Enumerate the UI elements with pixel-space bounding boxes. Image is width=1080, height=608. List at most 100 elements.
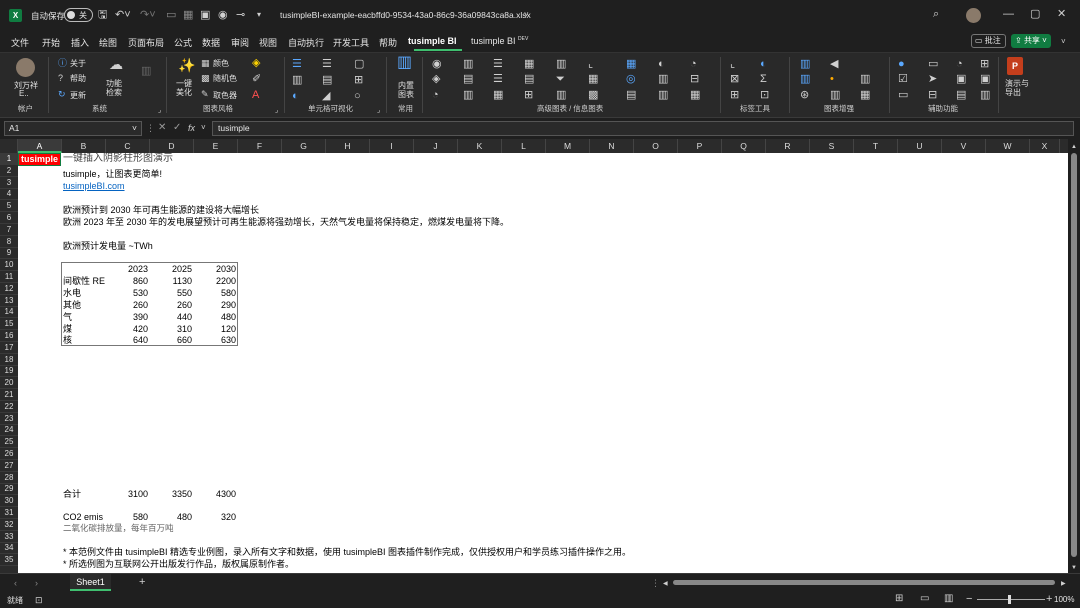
adv-icon-23[interactable]: ▥ <box>658 73 668 85</box>
row-header-17[interactable]: 17 <box>0 342 18 354</box>
page-break-view-icon[interactable]: ▥ <box>944 593 953 605</box>
label-icon-6[interactable]: ⊡ <box>760 89 769 101</box>
row-header-8[interactable]: 8 <box>0 236 18 248</box>
random-color-button[interactable]: 随机色 <box>213 73 237 84</box>
row-header-28[interactable]: 28 <box>0 472 18 484</box>
color-button[interactable]: 颜色 <box>213 58 229 69</box>
help-icon[interactable]: ? <box>58 72 63 84</box>
accessibility-icon[interactable]: ⊡ <box>35 594 43 606</box>
column-header-a[interactable]: A <box>18 139 62 153</box>
prev-sheet-icon[interactable]: ‹ <box>14 577 17 589</box>
worksheet-grid[interactable]: tusimple 一键插入阴影柱形图演示 tusimple，让图表更简单! tu… <box>18 153 1068 573</box>
assist-icon-10[interactable]: ⊟ <box>928 89 937 101</box>
label-icon-1[interactable]: ⌞ <box>730 58 735 70</box>
share-button[interactable]: ⇪ 共享 ˅ <box>1011 34 1051 48</box>
filter-icon[interactable]: ⏷ <box>556 73 565 85</box>
zoom-in-icon[interactable]: + <box>1046 593 1052 605</box>
column-header-w[interactable]: W <box>986 139 1030 153</box>
next-sheet-icon[interactable]: › <box>35 577 38 589</box>
zoom-slider-thumb[interactable] <box>1008 595 1011 604</box>
adv-icon-20[interactable]: ◐ <box>658 58 665 70</box>
adv-icon-1[interactable]: ◉ <box>432 58 442 70</box>
formula-input[interactable]: tusimple <box>212 121 1074 136</box>
magic-wand-icon[interactable]: ✨ <box>178 58 195 72</box>
adv-icon-21[interactable]: ◔ <box>690 58 697 70</box>
row-header-9[interactable]: 9 <box>0 247 18 260</box>
add-sheet-icon[interactable]: + <box>139 576 145 588</box>
cellviz-col-icon[interactable]: ▤ <box>322 74 332 86</box>
close-icon[interactable]: ✕ <box>1057 8 1066 20</box>
tab-options-icon[interactable]: ⋮ <box>651 577 660 589</box>
label-icon-3[interactable]: ⊠ <box>730 73 739 85</box>
adv-icon-19[interactable]: ▦ <box>626 58 636 70</box>
adv-icon-15[interactable]: ▦ <box>493 89 503 101</box>
enhance-icon-6[interactable]: ⊛ <box>800 89 809 101</box>
adv-icon-14[interactable]: ▥ <box>463 89 473 101</box>
builtin-chart-icon[interactable]: ▥ <box>397 55 412 71</box>
cellviz-list-icon[interactable]: ☰ <box>322 58 332 70</box>
restore-icon[interactable]: ▢ <box>1030 8 1040 20</box>
row-header-2[interactable]: 2 <box>0 165 18 177</box>
label-icon-2[interactable]: ◐ <box>760 58 767 70</box>
function-icon[interactable]: fx <box>188 122 195 134</box>
tab-formulas[interactable]: 公式 <box>174 36 192 49</box>
update-button[interactable]: 更新 <box>70 90 86 101</box>
cellviz-circle-icon[interactable]: ○ <box>354 90 361 102</box>
row-header-31[interactable]: 31 <box>0 507 18 519</box>
update-icon[interactable]: ↻ <box>58 88 66 100</box>
column-header-p[interactable]: P <box>678 139 722 153</box>
cellviz-bar-icon[interactable]: ☰ <box>292 58 302 70</box>
enhance-icon-5[interactable]: ▥ <box>860 73 870 85</box>
cellviz-grid-icon[interactable]: ⊞ <box>354 74 363 86</box>
row-header-33[interactable]: 33 <box>0 531 18 543</box>
dialog-launcher-icon[interactable]: ⌟ <box>275 105 278 117</box>
tab-page-layout[interactable]: 页面布局 <box>128 36 164 49</box>
enhance-icon-4[interactable]: • <box>830 73 834 85</box>
assist-icon-4[interactable]: ⊞ <box>980 58 989 70</box>
file-name[interactable]: tusimpleBI-example-eacbffd0-9534-43a0-86… <box>280 10 531 20</box>
tab-data[interactable]: 数据 <box>202 36 220 49</box>
adv-icon-13[interactable]: ◔ <box>432 89 439 101</box>
adv-icon-10[interactable]: ▤ <box>524 73 534 85</box>
column-header-t[interactable]: T <box>854 139 898 153</box>
eye-icon[interactable]: ◉ <box>218 9 228 21</box>
hscroll-right-icon[interactable]: ▶ <box>1061 578 1066 590</box>
adv-icon-9[interactable]: ☰ <box>493 73 503 85</box>
column-header-o[interactable]: O <box>634 139 678 153</box>
enhance-icon-8[interactable]: ▦ <box>860 89 870 101</box>
assist-icon-9[interactable]: ▭ <box>898 89 908 101</box>
adv-icon-16[interactable]: ⊞ <box>524 89 533 101</box>
column-header-l[interactable]: L <box>502 139 546 153</box>
enhance-icon-7[interactable]: ▥ <box>830 89 840 101</box>
assist-icon-11[interactable]: ▤ <box>956 89 966 101</box>
cell-a1-selected[interactable]: tusimple <box>18 153 61 166</box>
border-color-icon[interactable]: ✐ <box>252 73 261 85</box>
tab-insert[interactable]: 插入 <box>71 36 89 49</box>
minimize-icon[interactable]: — <box>1003 8 1014 20</box>
row-header-4[interactable]: 4 <box>0 188 18 201</box>
customize-icon[interactable]: ▾ <box>257 9 261 21</box>
tab-home[interactable]: 开始 <box>42 36 60 49</box>
hscroll-left-icon[interactable]: ◀ <box>663 578 668 590</box>
dialog-launcher-icon[interactable]: ⌟ <box>158 105 161 117</box>
enhance-icon-3[interactable]: ▥ <box>800 73 810 85</box>
adv-icon-18[interactable]: ▩ <box>588 89 598 101</box>
row-header-26[interactable]: 26 <box>0 448 18 460</box>
zoom-slider[interactable] <box>977 599 1045 600</box>
column-header-d[interactable]: D <box>150 139 194 153</box>
row-header-27[interactable]: 27 <box>0 460 18 472</box>
row-header-6[interactable]: 6 <box>0 212 18 224</box>
row-header-11[interactable]: 11 <box>0 271 18 283</box>
function-search-icon[interactable]: ☁ <box>109 57 123 71</box>
assist-icon-8[interactable]: ▣ <box>980 73 990 85</box>
column-header-j[interactable]: J <box>414 139 458 153</box>
more-icon[interactable]: ⋮ <box>146 122 155 134</box>
row-header-34[interactable]: 34 <box>0 542 18 555</box>
zoom-level[interactable]: 100% <box>1054 595 1074 604</box>
column-header-m[interactable]: M <box>546 139 590 153</box>
row-header-22[interactable]: 22 <box>0 401 18 413</box>
filename-chevron-icon[interactable]: ˅ <box>524 9 529 21</box>
column-header-i[interactable]: I <box>370 139 414 153</box>
column-header-x[interactable]: X <box>1030 139 1060 153</box>
tab-automate[interactable]: 自动执行 <box>288 36 324 49</box>
